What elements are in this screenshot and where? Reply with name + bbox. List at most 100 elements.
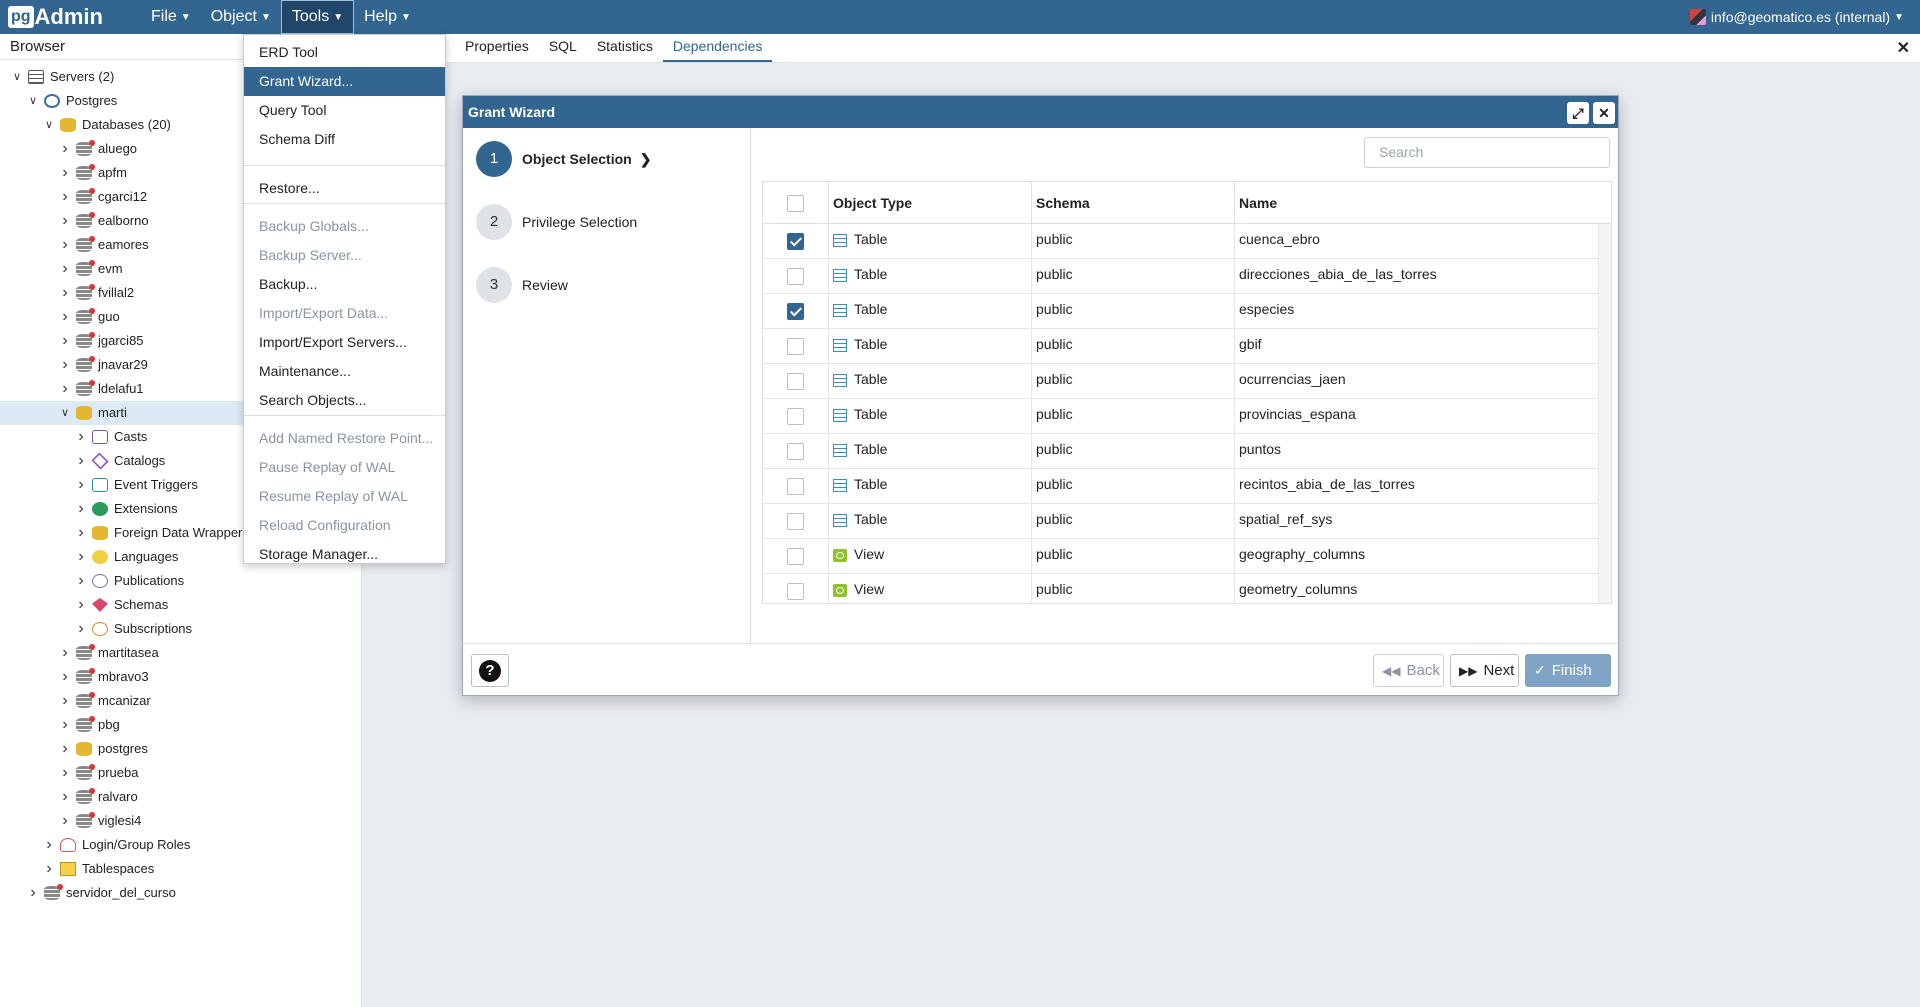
column-header-schema[interactable]: Schema: [1032, 182, 1235, 224]
next-button[interactable]: ▶▶ Next: [1450, 654, 1519, 687]
back-button[interactable]: ◀◀ Back: [1373, 654, 1444, 687]
menu-item[interactable]: Storage Manager...: [244, 540, 445, 569]
menu-item[interactable]: Backup...: [244, 270, 445, 299]
tree-node[interactable]: › postgres: [0, 737, 361, 761]
table-row[interactable]: Table public especies: [763, 294, 1599, 329]
table-row[interactable]: Table public provincias_espana: [763, 399, 1599, 434]
menu-help[interactable]: Help ▼: [354, 0, 421, 34]
chevron-right-icon[interactable]: ›: [58, 233, 72, 257]
table-row[interactable]: Table public direcciones_abia_de_las_torre…: [763, 259, 1599, 294]
help-button[interactable]: ?: [471, 654, 509, 687]
table-row[interactable]: Table public recintos_abia_de_las_torres: [763, 469, 1599, 504]
chevron-right-icon[interactable]: ›: [74, 473, 88, 497]
chevron-right-icon[interactable]: ›: [58, 353, 72, 377]
chevron-right-icon[interactable]: ›: [58, 185, 72, 209]
chevron-right-icon[interactable]: ›: [58, 377, 72, 401]
chevron-right-icon[interactable]: ›: [58, 785, 72, 809]
row-checkbox[interactable]: [787, 338, 804, 355]
chevron-right-icon[interactable]: ›: [58, 281, 72, 305]
menu-item[interactable]: Query Tool: [244, 96, 445, 125]
chevron-right-icon[interactable]: ›: [58, 809, 72, 833]
chevron-right-icon[interactable]: ›: [74, 545, 88, 569]
row-checkbox[interactable]: [787, 373, 804, 390]
close-icon[interactable]: ✕: [1593, 102, 1615, 124]
tree-node[interactable]: › Schemas: [0, 593, 361, 617]
column-header-name[interactable]: Name: [1235, 182, 1611, 224]
chevron-down-icon[interactable]: ∨: [26, 89, 40, 113]
chevron-right-icon[interactable]: ›: [58, 329, 72, 353]
menu-item[interactable]: Grant Wizard...: [244, 67, 445, 96]
chevron-right-icon[interactable]: ›: [74, 449, 88, 473]
row-checkbox[interactable]: [787, 443, 804, 460]
table-row[interactable]: Table public puntos: [763, 434, 1599, 469]
tree-node[interactable]: › mbravo3: [0, 665, 361, 689]
chevron-right-icon[interactable]: ›: [74, 593, 88, 617]
menu-tools[interactable]: Tools ▼: [280, 0, 355, 34]
row-checkbox[interactable]: [787, 478, 804, 495]
chevron-right-icon[interactable]: ›: [58, 713, 72, 737]
chevron-down-icon[interactable]: ∨: [10, 65, 24, 89]
tree-node[interactable]: › Login/Group Roles: [0, 833, 361, 857]
tree-node[interactable]: › martitasea: [0, 641, 361, 665]
tab-statistics[interactable]: Statistics: [587, 33, 663, 62]
tree-node[interactable]: › Subscriptions: [0, 617, 361, 641]
row-checkbox[interactable]: [787, 583, 804, 600]
chevron-right-icon[interactable]: ›: [42, 857, 56, 881]
chevron-down-icon[interactable]: ∨: [42, 113, 56, 137]
chevron-right-icon[interactable]: ›: [74, 425, 88, 449]
chevron-right-icon[interactable]: ›: [58, 761, 72, 785]
finish-button[interactable]: ✓ Finish: [1525, 654, 1611, 687]
row-checkbox[interactable]: [787, 233, 804, 250]
row-checkbox[interactable]: [787, 548, 804, 565]
row-checkbox[interactable]: [787, 408, 804, 425]
menu-item[interactable]: Maintenance...: [244, 357, 445, 386]
chevron-right-icon[interactable]: ›: [58, 137, 72, 161]
chevron-right-icon[interactable]: ›: [74, 521, 88, 545]
dialog-header[interactable]: Grant Wizard ⤢ ✕: [463, 96, 1618, 128]
chevron-right-icon[interactable]: ›: [58, 257, 72, 281]
row-checkbox[interactable]: [787, 303, 804, 320]
chevron-right-icon[interactable]: ›: [58, 737, 72, 761]
table-row[interactable]: Table public ocurrencias_jaen: [763, 364, 1599, 399]
pgadmin-logo[interactable]: pg Admin: [8, 0, 103, 34]
tree-node[interactable]: › mcanizar: [0, 689, 361, 713]
chevron-right-icon[interactable]: ›: [58, 161, 72, 185]
chevron-right-icon[interactable]: ›: [42, 833, 56, 857]
menu-file[interactable]: File ▼: [141, 0, 201, 34]
chevron-right-icon[interactable]: ›: [74, 497, 88, 521]
chevron-right-icon[interactable]: ›: [58, 209, 72, 233]
tab-properties[interactable]: Properties: [455, 33, 539, 62]
table-row[interactable]: View public geography_columns: [763, 539, 1599, 574]
table-row[interactable]: Table public gbif: [763, 329, 1599, 364]
chevron-right-icon[interactable]: ›: [58, 665, 72, 689]
chevron-right-icon[interactable]: ›: [58, 305, 72, 329]
row-checkbox[interactable]: [787, 513, 804, 530]
maximize-icon[interactable]: ⤢: [1567, 102, 1589, 124]
tree-node[interactable]: › pbg: [0, 713, 361, 737]
tree-node[interactable]: › prueba: [0, 761, 361, 785]
tab-dependencies[interactable]: Dependencies: [662, 33, 773, 62]
user-menu[interactable]: info@geomatico.es (internal) ▼: [1689, 0, 1904, 34]
table-row[interactable]: View public geometry_columns: [763, 574, 1599, 603]
select-all-checkbox[interactable]: [787, 194, 804, 212]
table-row[interactable]: Table public cuenca_ebro: [763, 224, 1599, 259]
tree-node[interactable]: › servidor_del_curso: [0, 881, 361, 905]
column-header-object-type[interactable]: Object Type: [829, 182, 1032, 224]
chevron-right-icon[interactable]: ›: [58, 689, 72, 713]
table-row[interactable]: Table public spatial_ref_sys: [763, 504, 1599, 539]
close-icon[interactable]: ✕: [1897, 38, 1910, 58]
chevron-right-icon[interactable]: ›: [26, 881, 40, 905]
tree-node[interactable]: › viglesi4: [0, 809, 361, 833]
menu-item[interactable]: Import/Export Servers...: [244, 328, 445, 357]
tree-node[interactable]: › Publications: [0, 569, 361, 593]
menu-item[interactable]: ERD Tool: [244, 38, 445, 67]
menu-object[interactable]: Object ▼: [201, 0, 281, 34]
chevron-right-icon[interactable]: ›: [58, 641, 72, 665]
row-checkbox[interactable]: [787, 268, 804, 285]
tree-node[interactable]: › ralvaro: [0, 785, 361, 809]
search-input[interactable]: Search: [1364, 137, 1610, 168]
tab-sql[interactable]: SQL: [539, 33, 587, 62]
menu-item[interactable]: Search Objects...: [244, 386, 445, 415]
menu-item[interactable]: Schema Diff: [244, 125, 445, 154]
chevron-down-icon[interactable]: ∨: [58, 401, 72, 425]
